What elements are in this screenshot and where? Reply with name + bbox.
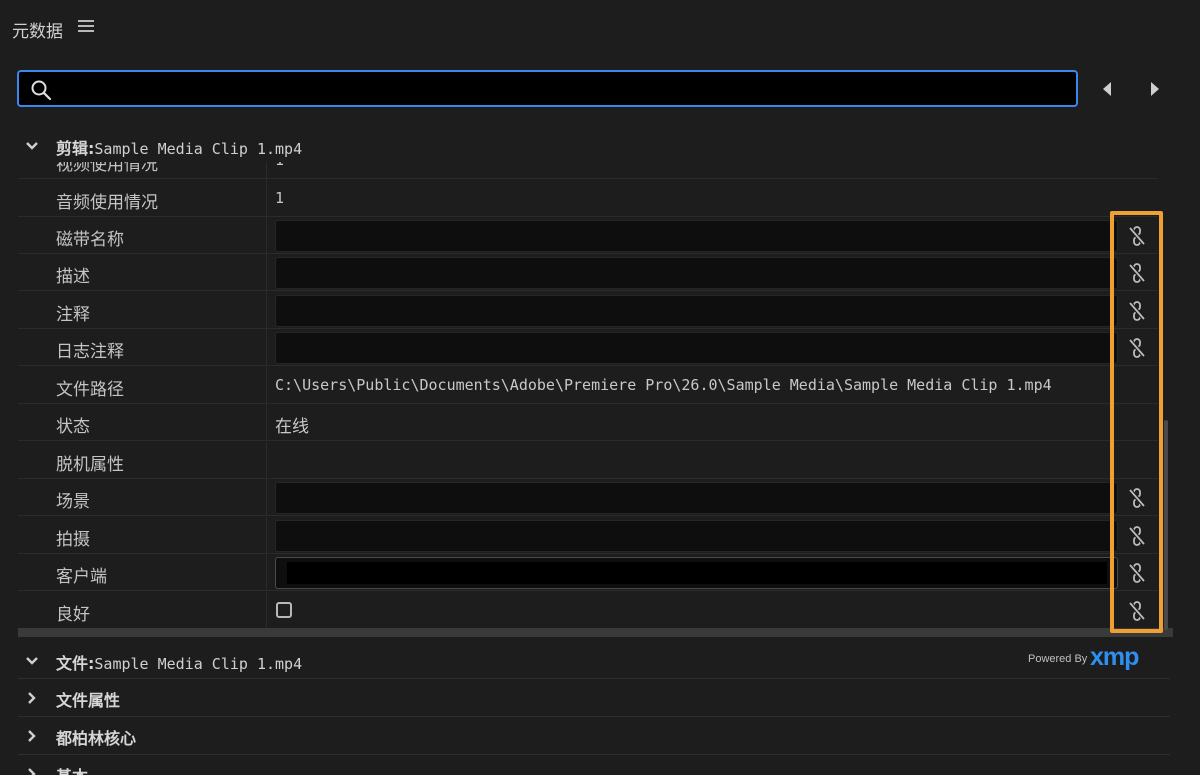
row-comment: 注释 — [18, 292, 1158, 329]
unlinked-icon[interactable] — [1126, 562, 1148, 584]
triangle-left-icon[interactable] — [1098, 80, 1116, 98]
chevron-down-icon — [26, 142, 38, 150]
section-file-title: 文件:Sample Media Clip 1.mp4 — [56, 654, 303, 673]
row-offline-props: 脱机属性 — [18, 442, 1158, 479]
row-video-usage: 视频使用情况 1 — [18, 162, 1158, 179]
section-dublin-core-title: 都柏林核心 — [56, 729, 137, 748]
chevron-down-icon — [26, 657, 38, 665]
panel-title: 元数据 — [12, 22, 63, 42]
xmp-logo: xmp — [1090, 643, 1139, 671]
section-basic-header[interactable]: 基本 — [18, 756, 1170, 775]
file-path-value: C:\Users\Public\Documents\Adobe\Premiere… — [275, 376, 1052, 394]
unlinked-icon[interactable] — [1126, 487, 1148, 509]
section-clip-title: 剪辑:Sample Media Clip 1.mp4 — [56, 139, 303, 158]
row-description: 描述 — [18, 254, 1158, 291]
section-file-properties-header[interactable]: 文件属性 — [18, 680, 1170, 716]
search-box[interactable] — [17, 70, 1078, 107]
unlinked-icon[interactable] — [1126, 225, 1148, 247]
good-checkbox[interactable] — [276, 602, 292, 618]
description-field[interactable] — [275, 257, 1118, 289]
clip-section-bottom-bar — [18, 628, 1173, 637]
powered-by-text: Powered By — [1028, 653, 1088, 665]
section-basic-title: 基本 — [56, 763, 88, 775]
section-file-name: Sample Media Clip 1.mp4 — [94, 655, 303, 673]
row-audio-usage: 音频使用情况 1 — [18, 180, 1158, 217]
clip-metadata-list: 视频使用情况 1 音频使用情况 1 磁带名称 描述 注释 — [18, 162, 1158, 628]
chevron-right-icon — [28, 768, 36, 775]
chevron-right-icon — [28, 692, 36, 704]
unlinked-icon[interactable] — [1126, 262, 1148, 284]
row-status: 状态 在线 — [18, 404, 1158, 441]
panel-header: 元数据 — [0, 0, 1200, 58]
log-note-field[interactable] — [275, 332, 1118, 364]
chevron-right-icon — [28, 730, 36, 742]
row-client: 客户端 — [18, 554, 1158, 591]
triangle-right-icon[interactable] — [1146, 80, 1164, 98]
unlinked-icon[interactable] — [1126, 300, 1148, 322]
section-clip-name: Sample Media Clip 1.mp4 — [94, 140, 303, 158]
row-log-note: 日志注释 — [18, 329, 1158, 366]
section-dublin-core-header[interactable]: 都柏林核心 — [18, 718, 1170, 754]
client-input[interactable] — [287, 562, 1107, 584]
client-field[interactable] — [275, 557, 1118, 589]
scene-field[interactable] — [275, 482, 1118, 514]
unlinked-icon[interactable] — [1126, 337, 1148, 359]
row-shot: 拍摄 — [18, 517, 1158, 554]
section-file-properties-title: 文件属性 — [56, 691, 121, 710]
unlinked-icon[interactable] — [1126, 525, 1148, 547]
shot-field[interactable] — [275, 520, 1118, 552]
search-input[interactable] — [63, 76, 1063, 101]
section-file-header[interactable]: 文件:Sample Media Clip 1.mp4 — [18, 643, 1170, 679]
scrollbar[interactable] — [1164, 420, 1168, 630]
row-good: 良好 — [18, 592, 1158, 628]
search-icon — [31, 80, 52, 101]
comment-field[interactable] — [275, 295, 1118, 327]
row-tape-name: 磁带名称 — [18, 217, 1158, 254]
hamburger-menu-icon[interactable] — [78, 20, 94, 36]
row-scene: 场景 — [18, 479, 1158, 516]
status-value: 在线 — [275, 417, 309, 437]
tape-name-field[interactable] — [275, 220, 1118, 252]
unlinked-icon[interactable] — [1126, 600, 1148, 622]
section-clip-header[interactable]: 剪辑:Sample Media Clip 1.mp4 — [18, 128, 1170, 164]
row-file-path: 文件路径 C:\Users\Public\Documents\Adobe\Pre… — [18, 367, 1158, 404]
